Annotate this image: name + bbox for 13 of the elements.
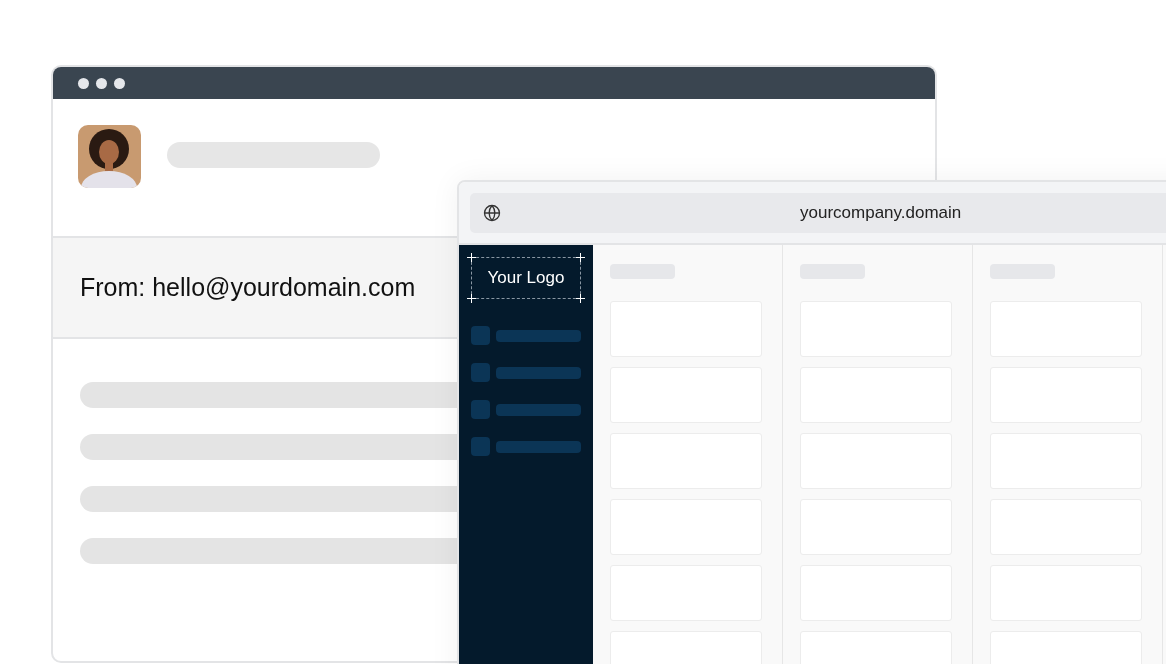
nav-item-icon — [471, 326, 490, 345]
corner-mark-icon — [467, 253, 476, 262]
address-bar[interactable]: yourcompany.domain — [470, 193, 1166, 233]
corner-mark-icon — [576, 253, 585, 262]
nav-item-icon — [471, 400, 490, 419]
sender-address: From: hello@yourdomain.com — [80, 271, 416, 303]
corner-mark-icon — [576, 294, 585, 303]
logo-text: Your Logo — [487, 267, 565, 290]
nav-item-icon — [471, 437, 490, 456]
url-text: yourcompany.domain — [800, 202, 962, 225]
corner-mark-icon — [467, 294, 476, 303]
globe-icon — [483, 204, 501, 222]
nav-item-icon — [471, 363, 490, 382]
